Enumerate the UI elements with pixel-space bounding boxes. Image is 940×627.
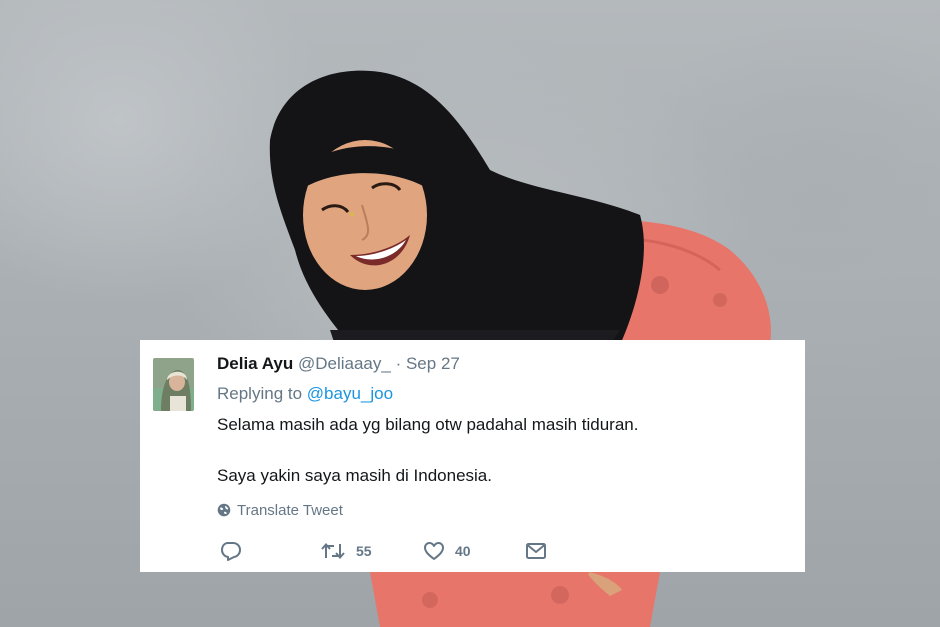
globe-icon: [217, 503, 231, 517]
tweet-text-line-1: Selama masih ada yg bilang otw padahal m…: [217, 415, 639, 434]
tweet-text-line-2: Saya yakin saya masih di Indonesia.: [217, 466, 492, 485]
retweet-count: 55: [356, 543, 372, 559]
retweet-button[interactable]: 55: [320, 540, 372, 562]
reply-icon: [221, 542, 241, 561]
envelope-icon: [526, 543, 546, 559]
retweet-icon: [321, 542, 345, 560]
avatar[interactable]: [153, 358, 194, 411]
replying-to: Replying to @bayu_joo: [217, 384, 393, 404]
replying-to-link[interactable]: @bayu_joo: [307, 384, 393, 403]
author-handle[interactable]: @Deliaaay_: [298, 354, 391, 373]
tweet-header: Delia Ayu @Deliaaay_ · Sep 27: [217, 354, 460, 374]
like-count: 40: [455, 543, 471, 559]
direct-message-button[interactable]: [525, 540, 547, 562]
avatar-image: [153, 358, 194, 411]
like-button[interactable]: 40: [423, 540, 471, 562]
heart-icon: [424, 542, 444, 560]
header-separator: ·: [395, 354, 402, 373]
tweet-date[interactable]: Sep 27: [406, 354, 460, 373]
replying-to-label: Replying to: [217, 384, 303, 403]
reply-button[interactable]: [220, 540, 242, 562]
translate-tweet-button[interactable]: Translate Tweet: [217, 500, 343, 520]
author-name[interactable]: Delia Ayu: [217, 354, 293, 373]
tweet-card: Delia Ayu @Deliaaay_ · Sep 27 Replying t…: [140, 340, 805, 572]
translate-tweet-label: Translate Tweet: [237, 501, 343, 519]
